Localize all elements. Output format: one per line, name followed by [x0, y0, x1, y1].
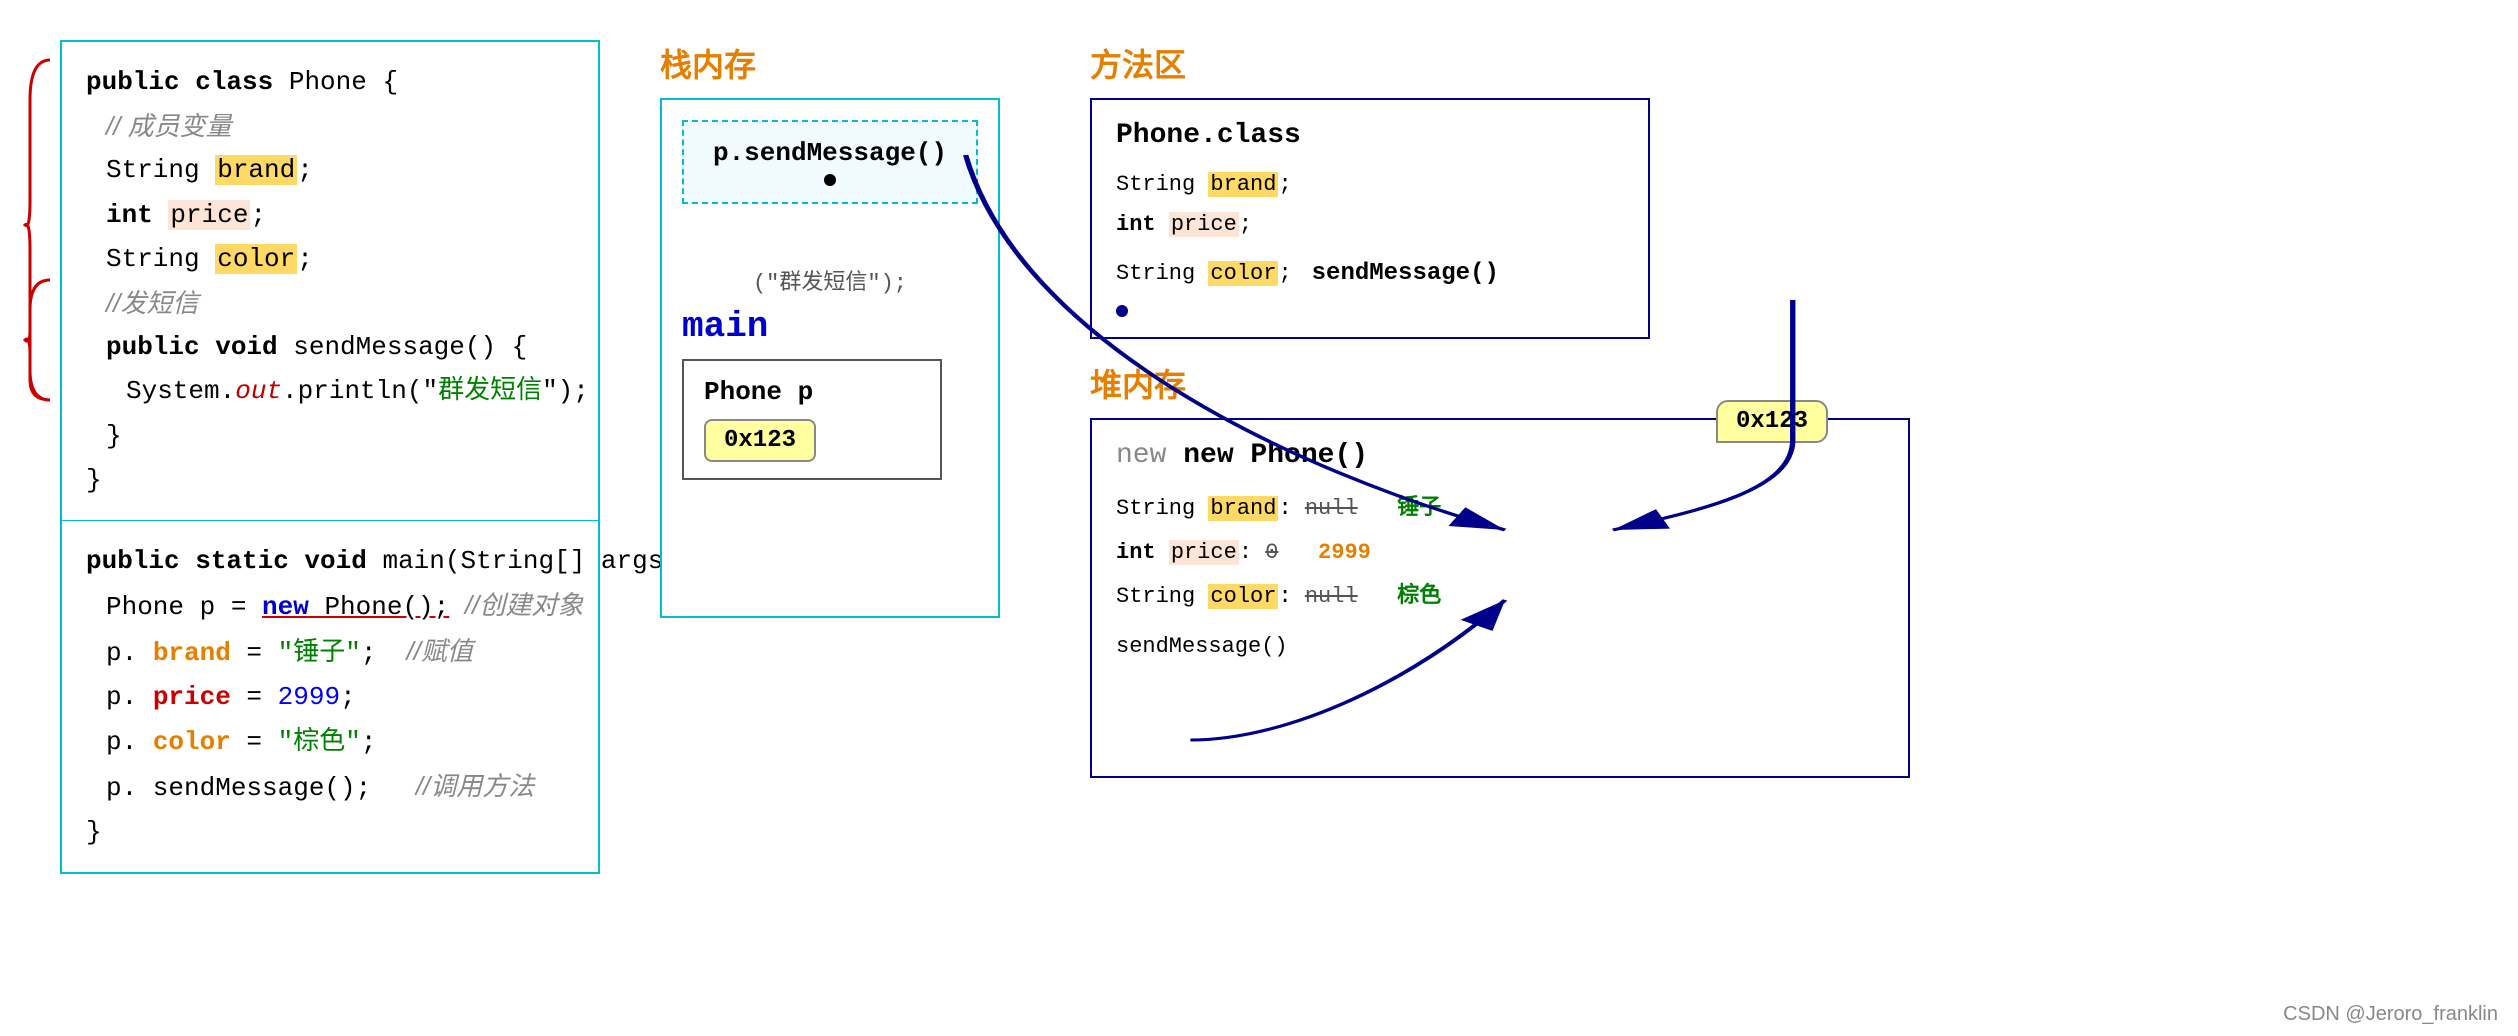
- main-code-box: public static void main(String[] args) {…: [60, 520, 600, 874]
- heap-section: 堆内存 0x123 new new Phone() String brand: …: [1090, 360, 1910, 778]
- main-line-3: p. brand = "锤子"; //赋值: [106, 629, 574, 675]
- method-section: 方法区 Phone.class String brand; int price;…: [1090, 40, 1650, 339]
- main-line-7: }: [86, 810, 574, 854]
- method-title: 方法区: [1090, 40, 1650, 86]
- watermark: CSDN @Jeroro_franklin: [2283, 1003, 2498, 1026]
- stack-section: 栈内存 p.sendMessage() ("群发短信"); main Phone…: [660, 40, 1040, 618]
- class-line-5: String color;: [106, 237, 574, 281]
- new-phone-label: new new Phone(): [1116, 440, 1884, 471]
- class-line-1: public class Phone {: [86, 60, 574, 104]
- class-line-9: }: [106, 414, 574, 458]
- class-line-2: // 成员变量: [106, 104, 574, 148]
- phone-p-label: Phone p: [704, 377, 920, 407]
- method-field-1: String brand;: [1116, 165, 1624, 205]
- diagram-panel: 栈内存 p.sendMessage() ("群发短信"); main Phone…: [660, 40, 2458, 1000]
- stack-method-box: p.sendMessage(): [682, 120, 978, 204]
- main-line-5: p. color = "棕色";: [106, 720, 574, 764]
- heap-send-method: sendMessage(): [1116, 625, 1884, 669]
- phone-p-box: Phone p 0x123: [682, 359, 942, 480]
- class-line-7: public void sendMessage() {: [106, 325, 574, 369]
- method-send-row: String color; sendMessage(): [1116, 252, 1624, 295]
- code-panel: public class Phone { // 成员变量 String bran…: [60, 40, 600, 874]
- heap-outer-box: 0x123 new new Phone() String brand: null…: [1090, 418, 1910, 778]
- class-line-10: }: [86, 458, 574, 502]
- main-container: public class Phone { // 成员变量 String bran…: [0, 0, 2518, 1036]
- main-line-4: p. price = 2999;: [106, 675, 574, 719]
- method-dot: [1116, 305, 1128, 317]
- class-line-8: System.out.println("群发短信");: [126, 369, 574, 413]
- main-line-6: p. sendMessage(); //调用方法: [106, 764, 574, 810]
- stack-dot: [824, 174, 836, 186]
- heap-address-badge: 0x123: [1716, 400, 1828, 443]
- main-label: main: [682, 306, 978, 347]
- stack-outer-box: p.sendMessage() ("群发短信"); main Phone p 0…: [660, 98, 1000, 618]
- method-outer-box: Phone.class String brand; int price; Str…: [1090, 98, 1650, 339]
- red-brace-method: [20, 270, 60, 410]
- class-line-3: String brand;: [106, 148, 574, 192]
- main-line-2: Phone p = new Phone(); //创建对象: [106, 583, 574, 629]
- method-inner-content: String brand; int price; String color; s…: [1116, 165, 1624, 317]
- heap-field-2: int price: 0 2999: [1116, 531, 1884, 575]
- phone-address-badge: 0x123: [704, 419, 816, 462]
- method-field-2: int price;: [1116, 205, 1624, 245]
- main-line-1: public static void main(String[] args) {: [86, 539, 574, 583]
- class-code-box: public class Phone { // 成员变量 String bran…: [60, 40, 600, 520]
- heap-fields: String brand: null 锤子 int price: 0 2999 …: [1116, 487, 1884, 669]
- class-line-6: //发短信: [106, 281, 574, 325]
- heap-field-3: String color: null 棕色: [1116, 575, 1884, 619]
- phone-class-title: Phone.class: [1116, 120, 1624, 151]
- stack-title: 栈内存: [660, 40, 1040, 86]
- heap-field-1: String brand: null 锤子: [1116, 487, 1884, 531]
- stack-string: ("群发短信");: [682, 264, 978, 296]
- method-send-label: sendMessage(): [1312, 252, 1499, 295]
- class-line-4: int price;: [106, 193, 574, 237]
